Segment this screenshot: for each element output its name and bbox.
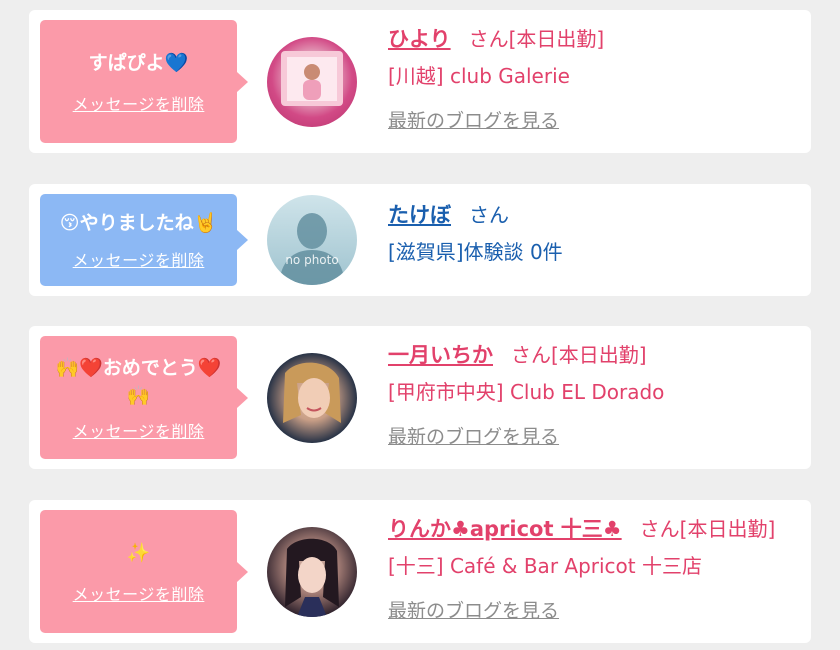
profile-photo xyxy=(285,538,339,617)
avatar[interactable] xyxy=(267,527,357,617)
profile-photo xyxy=(283,362,341,423)
profile-name-link[interactable]: ひより xyxy=(388,27,451,51)
profile-name-link[interactable]: りんか♣apricot 十三♣ xyxy=(388,517,622,541)
message-bubble: 🙌❤️おめでとう❤️🙌 メッセージを削除 xyxy=(40,336,248,459)
latest-blog-link[interactable]: 最新のブログを見る xyxy=(388,596,559,623)
message-bubble: 😚やりましたね🤘 メッセージを削除 xyxy=(40,194,248,286)
avatar[interactable] xyxy=(267,353,357,443)
review-count: [滋賀県]体験談 0件 xyxy=(388,240,563,264)
message-text: 🙌❤️おめでとう❤️🙌 xyxy=(55,356,222,407)
shop-info: [川越] club Galerie xyxy=(388,64,570,88)
profile-name-link[interactable]: たけぼ xyxy=(388,203,451,227)
delete-message-link[interactable]: メッセージを削除 xyxy=(73,418,205,442)
profile-name-link[interactable]: 一月いちか xyxy=(388,343,493,367)
latest-blog-link[interactable]: 最新のブログを見る xyxy=(388,106,559,133)
honorific: さん xyxy=(639,517,680,541)
message-card: 🙌❤️おめでとう❤️🙌 メッセージを削除 一月いちか さん[本日出勤] [甲府市中… xyxy=(29,326,811,469)
message-card: すぱぴよ💙 メッセージを削除 ひより さん[本日出勤] [川越] club Gal… xyxy=(29,10,811,153)
message-bubble: ✨ メッセージを削除 xyxy=(40,510,248,633)
attendance-status: [本日出勤] xyxy=(508,27,605,51)
avatar[interactable] xyxy=(267,37,357,127)
no-photo-silhouette-icon xyxy=(279,213,345,285)
delete-message-link[interactable]: メッセージを削除 xyxy=(73,91,205,115)
profile-info: 一月いちか さん[本日出勤] [甲府市中央] Club EL Dorado 最新の… xyxy=(388,340,801,449)
profile-info: ひより さん[本日出勤] [川越] club Galerie 最新のブログを見る xyxy=(388,24,801,133)
attendance-status: [本日出勤] xyxy=(551,343,647,367)
avatar[interactable]: no photo xyxy=(267,195,357,285)
profile-info: りんか♣apricot 十三♣ さん[本日出勤] [十三] Café & Bar … xyxy=(388,514,801,623)
message-text: すぱぴよ💙 xyxy=(88,51,189,74)
message-text: ✨ xyxy=(126,541,151,564)
shop-info: [十三] Café & Bar Apricot 十三店 xyxy=(388,554,702,578)
message-text: 😚やりましたね🤘 xyxy=(59,212,218,234)
message-card: 😚やりましたね🤘 メッセージを削除 no photo たけぼ さん [滋賀県]体験… xyxy=(29,184,811,296)
message-bubble: すぱぴよ💙 メッセージを削除 xyxy=(40,20,248,143)
profile-info: たけぼ さん [滋賀県]体験談 0件 xyxy=(388,200,801,266)
no-photo-label: no photo xyxy=(285,253,339,267)
honorific: さん xyxy=(511,343,551,367)
delete-message-link[interactable]: メッセージを削除 xyxy=(73,581,205,605)
honorific: さん xyxy=(468,27,509,51)
message-list: すぱぴよ💙 メッセージを削除 ひより さん[本日出勤] [川越] club Gal… xyxy=(0,0,840,650)
message-card: ✨ メッセージを削除 りんか♣apricot 十三♣ さん[本日出勤] [十三] … xyxy=(29,500,811,643)
attendance-status: [本日出勤] xyxy=(679,517,776,541)
profile-photo xyxy=(281,51,343,106)
honorific: さん xyxy=(469,203,509,227)
shop-info: [甲府市中央] Club EL Dorado xyxy=(388,380,665,404)
delete-message-link[interactable]: メッセージを削除 xyxy=(73,247,205,271)
latest-blog-link[interactable]: 最新のブログを見る xyxy=(388,422,559,449)
